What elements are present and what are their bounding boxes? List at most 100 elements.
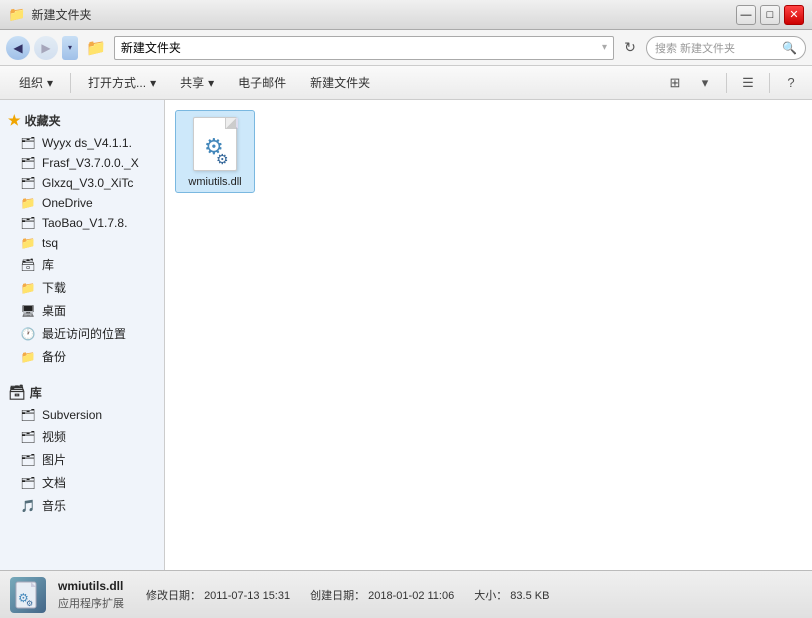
sidebar-item-backup[interactable]: 📁 备份 bbox=[0, 345, 164, 368]
new-folder-button[interactable]: 新建文件夹 bbox=[299, 69, 381, 97]
subversion-icon: 🗂 bbox=[20, 408, 36, 422]
sidebar-item-glxzq[interactable]: 🗂 Glxzq_V3.0_XiTc bbox=[0, 173, 164, 193]
title-bar-left: 📁 新建文件夹 bbox=[8, 6, 91, 23]
favorites-section-header[interactable]: ★ 收藏夹 bbox=[0, 108, 164, 133]
open-chevron-icon: ▾ bbox=[150, 76, 156, 90]
view-options-button[interactable]: ⊞ bbox=[662, 70, 688, 96]
status-size-label: 大小： bbox=[474, 590, 507, 602]
desktop-icon: 🖥 bbox=[20, 304, 36, 318]
sidebar-item-subversion[interactable]: 🗂 Subversion bbox=[0, 405, 164, 425]
onedrive-icon: 📁 bbox=[20, 196, 36, 210]
dll-icon-svg: ⚙ ⚙ bbox=[194, 118, 238, 172]
search-box[interactable]: 搜索 新建文件夹 🔍 bbox=[646, 36, 806, 60]
sidebar-item-wyyx[interactable]: 🗂 Wyyx ds_V4.1.1. bbox=[0, 133, 164, 153]
taobao-label: TaoBao_V1.7.8. bbox=[42, 216, 127, 230]
wyyx-icon: 🗂 bbox=[20, 136, 36, 150]
glxzq-label: Glxzq_V3.0_XiTc bbox=[42, 176, 133, 190]
sidebar-item-tsq[interactable]: 📁 tsq bbox=[0, 233, 164, 253]
minimize-button[interactable]: — bbox=[736, 5, 756, 25]
pictures-icon: 🗂 bbox=[20, 453, 36, 467]
music-label: 音乐 bbox=[42, 497, 66, 514]
status-info: wmiutils.dll 应用程序扩展 bbox=[58, 579, 124, 611]
organize-button[interactable]: 组织 ▾ bbox=[8, 69, 64, 97]
window-title: 新建文件夹 bbox=[31, 6, 91, 23]
documents-icon: 🗂 bbox=[20, 476, 36, 490]
sidebar-item-taobao[interactable]: 🗂 TaoBao_V1.7.8. bbox=[0, 213, 164, 233]
frasf-icon: 🗂 bbox=[20, 156, 36, 170]
favorites-header-label: 收藏夹 bbox=[25, 112, 61, 129]
toolbar: 组织 ▾ 打开方式... ▾ 共享 ▾ 电子邮件 新建文件夹 ⊞ ▾ ☰ ? bbox=[0, 66, 812, 100]
music-icon: 🎵 bbox=[20, 499, 36, 513]
recent-label: 最近访问的位置 bbox=[42, 325, 126, 342]
taobao-icon: 🗂 bbox=[20, 216, 36, 230]
star-icon: ★ bbox=[8, 112, 21, 129]
nav-dropdown-button[interactable]: ▾ bbox=[62, 36, 78, 60]
dll-file-icon: ⚙ ⚙ bbox=[191, 115, 239, 173]
sidebar-item-ku[interactable]: 🗃 库 bbox=[0, 253, 164, 276]
status-icon-svg: ⚙ ⚙ bbox=[13, 580, 43, 610]
download-label: 下载 bbox=[42, 279, 66, 296]
desktop-label: 桌面 bbox=[42, 302, 66, 319]
subversion-label: Subversion bbox=[42, 408, 102, 422]
svg-text:⚙: ⚙ bbox=[216, 151, 229, 167]
sidebar-item-desktop[interactable]: 🖥 桌面 bbox=[0, 299, 164, 322]
status-created-date: 2018-01-02 11:06 bbox=[368, 590, 454, 602]
toolbar-divider-3 bbox=[769, 73, 770, 93]
sidebar-item-music[interactable]: 🎵 音乐 bbox=[0, 494, 164, 517]
email-label: 电子邮件 bbox=[238, 74, 286, 91]
file-item-wmiutils[interactable]: ⚙ ⚙ wmiutils.dll bbox=[175, 110, 255, 193]
dll-page: ⚙ ⚙ bbox=[193, 117, 237, 171]
view-dropdown-button[interactable]: ▾ bbox=[692, 70, 718, 96]
sidebar-item-onedrive[interactable]: 📁 OneDrive bbox=[0, 193, 164, 213]
tsq-label: tsq bbox=[42, 236, 58, 250]
forward-button[interactable]: ▶ bbox=[34, 36, 58, 60]
open-label: 打开方式... bbox=[88, 74, 146, 91]
status-size: 大小： 83.5 KB bbox=[474, 587, 549, 603]
refresh-button[interactable]: ↻ bbox=[618, 36, 642, 60]
open-button[interactable]: 打开方式... ▾ bbox=[77, 69, 167, 97]
status-modified-date: 2011-07-13 15:31 bbox=[204, 590, 290, 602]
title-bar: 📁 新建文件夹 — □ ✕ bbox=[0, 0, 812, 30]
documents-label: 文档 bbox=[42, 474, 66, 491]
organize-chevron-icon: ▾ bbox=[47, 76, 53, 90]
library-header-label: 库 bbox=[30, 384, 42, 401]
share-button[interactable]: 共享 ▾ bbox=[169, 69, 225, 97]
status-details: 修改日期： 2011-07-13 15:31 创建日期： 2018-01-02 … bbox=[146, 587, 549, 603]
sidebar-item-video[interactable]: 🗂 视频 bbox=[0, 425, 164, 448]
wyyx-label: Wyyx ds_V4.1.1. bbox=[42, 136, 132, 150]
main-area: ★ 收藏夹 🗂 Wyyx ds_V4.1.1. 🗂 Frasf_V3.7.0.0… bbox=[0, 100, 812, 570]
status-size-value: 83.5 KB bbox=[510, 590, 549, 602]
maximize-button[interactable]: □ bbox=[760, 5, 780, 25]
backup-label: 备份 bbox=[42, 348, 66, 365]
address-path[interactable]: 新建文件夹 ▾ bbox=[114, 36, 614, 60]
back-button[interactable]: ◀ bbox=[6, 36, 30, 60]
sidebar-item-download[interactable]: 📁 下载 bbox=[0, 276, 164, 299]
status-type: 应用程序扩展 bbox=[58, 595, 124, 611]
folder-icon-title: 📁 bbox=[8, 6, 25, 23]
ku-label: 库 bbox=[42, 256, 54, 273]
share-label: 共享 bbox=[180, 74, 204, 91]
sidebar-item-documents[interactable]: 🗂 文档 bbox=[0, 471, 164, 494]
status-bar: ⚙ ⚙ wmiutils.dll 应用程序扩展 修改日期： 2011-07-13… bbox=[0, 570, 812, 618]
tsq-icon: 📁 bbox=[20, 236, 36, 250]
sidebar-item-frasf[interactable]: 🗂 Frasf_V3.7.0.0._X bbox=[0, 153, 164, 173]
pictures-label: 图片 bbox=[42, 451, 66, 468]
file-area: ⚙ ⚙ wmiutils.dll bbox=[165, 100, 812, 570]
sidebar-item-pictures[interactable]: 🗂 图片 bbox=[0, 448, 164, 471]
view-details-button[interactable]: ☰ bbox=[735, 70, 761, 96]
folder-icon-address: 📁 bbox=[86, 38, 106, 58]
video-label: 视频 bbox=[42, 428, 66, 445]
ku-icon: 🗃 bbox=[20, 258, 36, 272]
help-button[interactable]: ? bbox=[778, 70, 804, 96]
share-chevron-icon: ▾ bbox=[208, 76, 214, 90]
title-bar-controls: — □ ✕ bbox=[736, 5, 804, 25]
library-section-header[interactable]: 🗃 库 bbox=[0, 380, 164, 405]
sidebar-item-recent[interactable]: 🕐 最近访问的位置 bbox=[0, 322, 164, 345]
close-button[interactable]: ✕ bbox=[784, 5, 804, 25]
backup-icon: 📁 bbox=[20, 350, 36, 364]
search-placeholder: 搜索 新建文件夹 bbox=[655, 40, 778, 56]
status-created-label: 创建日期： bbox=[310, 590, 365, 602]
email-button[interactable]: 电子邮件 bbox=[227, 69, 297, 97]
status-modified-label: 修改日期： bbox=[146, 590, 201, 602]
library-icon: 🗃 bbox=[8, 384, 26, 401]
